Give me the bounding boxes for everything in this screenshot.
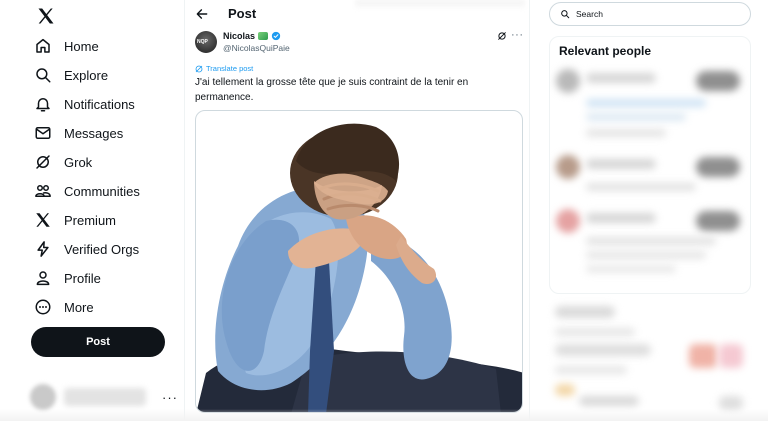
blurred-trends-panel: [549, 300, 751, 421]
search-icon: [561, 10, 570, 19]
search-icon: [36, 68, 51, 83]
sidebar-item-label: Notifications: [64, 96, 135, 112]
search-box[interactable]: [549, 2, 751, 26]
author-name-link[interactable]: Nicolas: [223, 31, 281, 41]
sidebar-item-verified-orgs[interactable]: Verified Orgs: [34, 236, 139, 262]
sidebar-item-label: Profile: [64, 270, 101, 286]
sidebar-item-label: More: [64, 299, 94, 315]
man-holding-head-illustration: [196, 123, 522, 412]
relevant-people-title: Relevant people: [559, 44, 652, 58]
main-column: Post NQP Nicolas @NicolasQuiPaie ··· Tra…: [184, 0, 530, 421]
sidebar-item-label: Explore: [64, 67, 109, 83]
account-more-icon: ···: [162, 389, 178, 405]
sidebar-item-label: Messages: [64, 125, 124, 141]
account-name-blurred: [64, 388, 146, 406]
sidebar-item-grok[interactable]: Grok: [34, 149, 92, 175]
x-premium-icon: [36, 213, 50, 227]
sidebar-item-label: Home: [64, 38, 99, 54]
translate-post-link[interactable]: Translate post: [195, 64, 253, 73]
back-arrow-icon[interactable]: [195, 7, 209, 21]
sidebar-item-explore[interactable]: Explore: [34, 62, 108, 88]
header-blur-strip: [355, 0, 525, 10]
post-button[interactable]: Post: [31, 327, 165, 357]
page-title: Post: [228, 6, 257, 21]
sidebar-item-label: Grok: [64, 154, 93, 170]
sidebar-item-profile[interactable]: Profile: [34, 265, 101, 291]
author-avatar[interactable]: NQP: [195, 31, 217, 53]
translate-label: Translate post: [206, 64, 254, 73]
sidebar-item-label: Verified Orgs: [64, 241, 140, 257]
post-image[interactable]: [195, 110, 523, 413]
money-emoji-icon: [258, 32, 269, 40]
search-input[interactable]: [576, 9, 736, 19]
people-icon: [35, 185, 51, 197]
left-sidebar: Home Explore Notifications Messages Grok…: [0, 0, 184, 421]
sidebar-item-home[interactable]: Home: [34, 33, 99, 59]
sidebar-item-label: Premium: [64, 212, 117, 228]
bottom-fade: [0, 409, 768, 421]
post-text: J'ai tellement la grosse tête que je sui…: [195, 77, 469, 103]
sidebar-item-more[interactable]: More: [34, 294, 94, 320]
sidebar-item-communities[interactable]: Communities: [34, 178, 140, 204]
home-icon: [36, 38, 50, 53]
grok-icon: [36, 155, 50, 169]
x-logo-icon[interactable]: [36, 6, 56, 26]
sidebar-item-premium[interactable]: Premium: [34, 207, 116, 233]
right-column: Relevant people: [530, 0, 768, 421]
verified-badge-icon: [271, 31, 281, 41]
sidebar-item-label: Communities: [64, 183, 140, 199]
author-name: Nicolas: [223, 31, 256, 41]
more-circle-icon: [35, 299, 51, 315]
sidebar-item-notifications[interactable]: Notifications: [34, 91, 135, 117]
envelope-icon: [35, 127, 51, 139]
account-switcher[interactable]: ···: [30, 382, 178, 412]
grok-icon[interactable]: [497, 31, 507, 41]
relevant-people-panel: Relevant people: [549, 36, 751, 294]
avatar: [30, 384, 56, 410]
translate-icon: [195, 65, 203, 72]
person-icon: [36, 271, 50, 286]
author-handle[interactable]: @NicolasQuiPaie: [223, 43, 290, 53]
sidebar-item-messages[interactable]: Messages: [34, 120, 123, 146]
lightning-icon: [37, 241, 49, 257]
post-more-button[interactable]: ···: [511, 29, 524, 41]
bell-icon: [36, 98, 50, 112]
